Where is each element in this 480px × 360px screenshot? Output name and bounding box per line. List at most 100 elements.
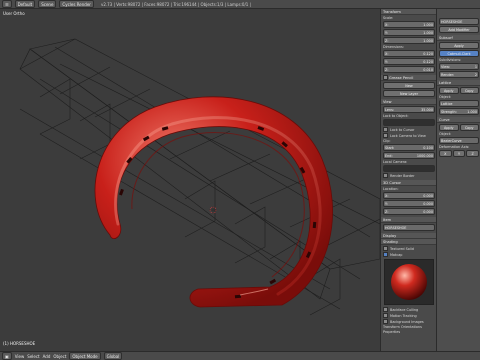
3d-viewport[interactable]: User Ortho (1) HORSESHOE — [0, 9, 380, 351]
motion-tracking-label: Motion Tracking — [390, 313, 417, 318]
dim-x-value: 0.120 — [423, 51, 433, 56]
matcap-sphere-icon — [391, 264, 427, 300]
grease-pencil-header[interactable]: Grease Pencil — [381, 75, 437, 81]
dim-y-field[interactable]: Y: 0.120 — [383, 58, 435, 65]
subsurf-view-field[interactable]: View: 1 — [439, 63, 479, 70]
item-header[interactable]: Item — [381, 217, 437, 223]
subsurf-view-value: 1 — [474, 64, 477, 69]
subsurf-apply-button[interactable]: Apply — [439, 42, 479, 49]
lens-field[interactable]: Lens: 35.000 — [383, 106, 435, 113]
view-panel-header[interactable]: View — [381, 99, 437, 105]
curve-copy-button[interactable]: Copy — [459, 124, 479, 131]
properties-label[interactable]: Properties — [383, 330, 400, 334]
clip-start-value: 0.100 — [423, 145, 433, 150]
curve-object-value: BezierCurve — [441, 138, 462, 143]
dim-z-axis: Z: — [385, 67, 389, 72]
curve-modifier-header[interactable]: Curve — [437, 117, 480, 123]
dim-y-axis: Y: — [385, 59, 388, 64]
object-menu[interactable]: Object — [53, 354, 66, 359]
local-camera-label: Local Camera: — [383, 160, 408, 164]
scale-z-axis: Z: — [385, 38, 389, 43]
axis-x-button[interactable]: X — [439, 150, 452, 157]
object-name-field[interactable]: HORSESHOE — [439, 18, 479, 25]
viewport-scene — [19, 38, 380, 316]
dim-z-field[interactable]: Z: 0.010 — [383, 66, 435, 73]
scale-y-field[interactable]: Y: 1.000 — [383, 29, 435, 36]
transform-panel-header[interactable]: Transform — [381, 9, 437, 15]
cursor-y-field[interactable]: Y: 0.000 — [383, 200, 435, 207]
cursor-z-field[interactable]: Z: 0.000 — [383, 208, 435, 215]
deformation-axis-label: Deformation Axis: — [439, 145, 470, 149]
strength-label: Strength: — [441, 109, 457, 114]
grease-pencil-new-button[interactable]: New — [383, 82, 435, 89]
display-label: Display — [383, 233, 397, 238]
dim-y-value: 0.120 — [423, 59, 433, 64]
viewport-properties-panel: Transform Scale: X: 1.000 Y: 1.000 Z: 1.000… — [380, 9, 437, 351]
axis-y-button[interactable]: Y — [452, 150, 466, 157]
lock-cursor-label: Lock to Cursor — [390, 127, 415, 132]
catmull-clark-button[interactable]: Catmull-Clark — [439, 50, 479, 57]
lattice-copy-button[interactable]: Copy — [459, 87, 479, 94]
lattice-object-value: Lattice — [441, 101, 453, 106]
screen-layout-select[interactable]: Default — [14, 0, 36, 8]
render-engine-select[interactable]: Cycles Render — [59, 0, 94, 8]
subsurf-render-field[interactable]: Render: 2 — [439, 71, 479, 78]
3d-cursor-label: 3D Cursor — [383, 180, 402, 185]
view-header-label: View — [383, 99, 392, 104]
dim-z-value: 0.010 — [423, 67, 433, 72]
cursor-x-field[interactable]: X: 0.000 — [383, 192, 435, 199]
screen-layout-label: Default — [17, 1, 33, 7]
info-menu-button[interactable]: ☰ — [2, 0, 12, 8]
scale-z-field[interactable]: Z: 1.000 — [383, 37, 435, 44]
axis-z-button[interactable]: Z — [466, 150, 480, 157]
curve-apply-button[interactable]: Apply — [439, 124, 459, 131]
pivot-label: Global — [106, 353, 120, 359]
mode-label: Object Mode — [72, 353, 98, 359]
dim-x-field[interactable]: X: 0.120 — [383, 50, 435, 57]
render-engine-label: Cycles Render — [62, 1, 91, 7]
add-menu[interactable]: Add — [43, 354, 51, 359]
transform-orientations-label[interactable]: Transform Orientations — [383, 325, 422, 329]
viewport-header: ▣ View Select Add Object Object Mode Glo… — [0, 351, 480, 360]
item-name-field[interactable]: HORSESHOE — [383, 224, 435, 231]
clip-start-field[interactable]: Start: 0.100 — [383, 144, 435, 151]
textured-solid-checkbox[interactable] — [383, 246, 388, 251]
editor-type-button[interactable]: ▣ — [2, 352, 12, 360]
lock-camera-checkbox[interactable] — [383, 133, 388, 138]
backface-culling-checkbox[interactable] — [383, 307, 388, 312]
lattice-modifier-header[interactable]: Lattice — [437, 80, 480, 86]
select-menu[interactable]: Select — [27, 354, 39, 359]
top-header: ☰ Default Scene Cycles Render v2.73 | Ve… — [0, 0, 480, 9]
view-menu[interactable]: View — [15, 354, 25, 359]
lock-object-field[interactable] — [383, 119, 435, 126]
shading-header[interactable]: Shading — [381, 239, 437, 245]
3d-cursor-header[interactable]: 3D Cursor — [381, 180, 437, 186]
subsurf-modifier-header[interactable]: Subsurf — [437, 35, 480, 41]
scale-label: Scale: — [383, 16, 394, 20]
lattice-object-label: Object: — [439, 95, 452, 99]
scene-select[interactable]: Scene — [38, 0, 57, 8]
render-border-checkbox[interactable] — [383, 173, 388, 178]
grease-pencil-checkbox[interactable] — [383, 75, 388, 80]
clip-end-field[interactable]: End: 1000.000 — [383, 152, 435, 159]
clip-label: Clip: — [383, 139, 391, 143]
scale-x-field[interactable]: X: 1.000 — [383, 21, 435, 28]
curve-object-field[interactable]: BezierCurve — [439, 137, 479, 144]
mode-select[interactable]: Object Mode — [69, 352, 101, 360]
lock-cursor-checkbox[interactable] — [383, 127, 388, 132]
background-images-checkbox[interactable] — [383, 319, 388, 324]
pivot-select[interactable]: Global — [103, 352, 123, 360]
local-camera-field[interactable] — [383, 165, 435, 172]
matcap-preview[interactable] — [384, 259, 434, 305]
cursor-z-value: 0.000 — [423, 209, 433, 214]
strength-value: 1.000 — [467, 109, 477, 114]
textured-solid-label: Textured Solid — [390, 246, 414, 251]
lattice-apply-button[interactable]: Apply — [439, 87, 459, 94]
new-layer-button[interactable]: New Layer — [383, 90, 435, 97]
motion-tracking-checkbox[interactable] — [383, 313, 388, 318]
add-modifier-button[interactable]: Add Modifier — [439, 26, 479, 33]
lattice-strength-field[interactable]: Strength: 1.000 — [439, 108, 479, 115]
item-header-label: Item — [383, 217, 392, 222]
matcap-checkbox[interactable] — [383, 252, 388, 257]
lattice-object-field[interactable]: Lattice — [439, 100, 479, 107]
